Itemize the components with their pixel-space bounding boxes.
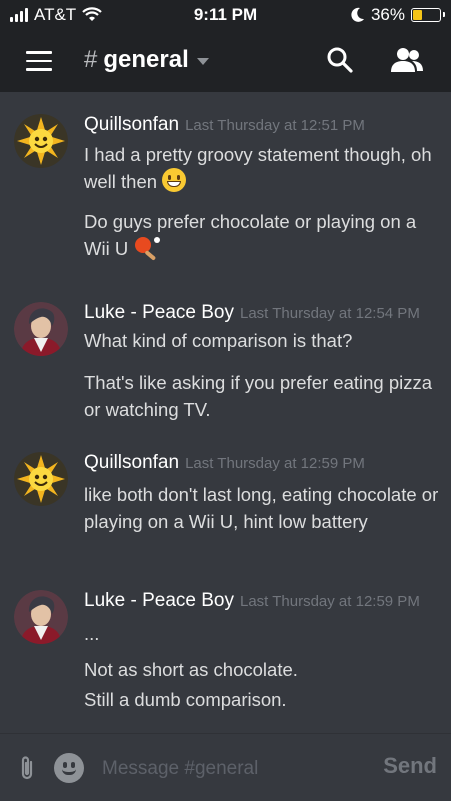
message-text: ... (84, 623, 100, 644)
timestamp: Last Thursday at 12:59 PM (185, 455, 365, 472)
search-icon[interactable] (326, 46, 354, 74)
message-text: I had a pretty groovy statement though, … (84, 141, 439, 195)
author-name[interactable]: Luke - Peace Boy (84, 302, 234, 323)
timestamp: Last Thursday at 12:59 PM (239, 593, 420, 610)
moon-icon (351, 7, 364, 22)
menu-icon[interactable] (26, 51, 52, 71)
paperclip-icon[interactable] (16, 754, 38, 782)
message-text: Still a dumb comparison. (84, 689, 287, 710)
battery-percent: 36% (370, 5, 405, 24)
grinning-emoji-icon (162, 168, 187, 192)
emoji-icon[interactable] (54, 753, 84, 783)
message-input[interactable] (100, 752, 364, 786)
channel-hash: # (84, 46, 98, 73)
timestamp: Last Thursday at 12:54 PM (239, 305, 420, 322)
message-header: Quillsonfan Last Thursday at 12:59 PM (84, 452, 365, 474)
message-header: Luke - Peace Boy Last Thursday at 12:59 P… (84, 590, 420, 612)
author-name[interactable]: Quillsonfan (84, 114, 179, 135)
chevron-down-icon (196, 58, 209, 65)
message-header: Luke - Peace Boy Last Thursday at 12:54 P… (84, 302, 420, 324)
message-list: Quillsonfan Last Thursday at 12:51 PM I h… (0, 92, 451, 732)
send-button[interactable]: Send (383, 753, 437, 779)
timestamp: Last Thursday at 12:51 PM (185, 117, 365, 134)
avatar[interactable] (14, 114, 68, 168)
message-header: Quillsonfan Last Thursday at 12:51 PM (84, 114, 365, 136)
message-text: Not as short as chocolate. (84, 659, 298, 680)
message-text: Do guys prefer chocolate or playing on a… (84, 208, 439, 262)
message-text: like both don't last long, eating chocol… (84, 484, 439, 532)
avatar[interactable] (14, 452, 68, 506)
avatar[interactable] (14, 590, 68, 644)
message-text: That's like asking if you prefer eating … (84, 372, 433, 420)
channel-header: # general (0, 30, 451, 92)
message-composer: Send (0, 733, 451, 801)
status-bar: AT&T 9:11 PM 36% (0, 0, 451, 30)
avatar[interactable] (14, 302, 68, 356)
members-icon[interactable] (390, 47, 424, 73)
status-right: 36% (351, 5, 445, 25)
battery-icon (411, 8, 445, 22)
channel-name: general (103, 46, 189, 73)
author-name[interactable]: Quillsonfan (84, 452, 179, 473)
channel-title[interactable]: # general (84, 46, 209, 74)
author-name[interactable]: Luke - Peace Boy (84, 590, 234, 611)
ping-pong-emoji-icon (135, 237, 161, 260)
message-content: I had a pretty groovy statement though, … (84, 144, 432, 192)
message-text: What kind of comparison is that? (84, 330, 353, 351)
